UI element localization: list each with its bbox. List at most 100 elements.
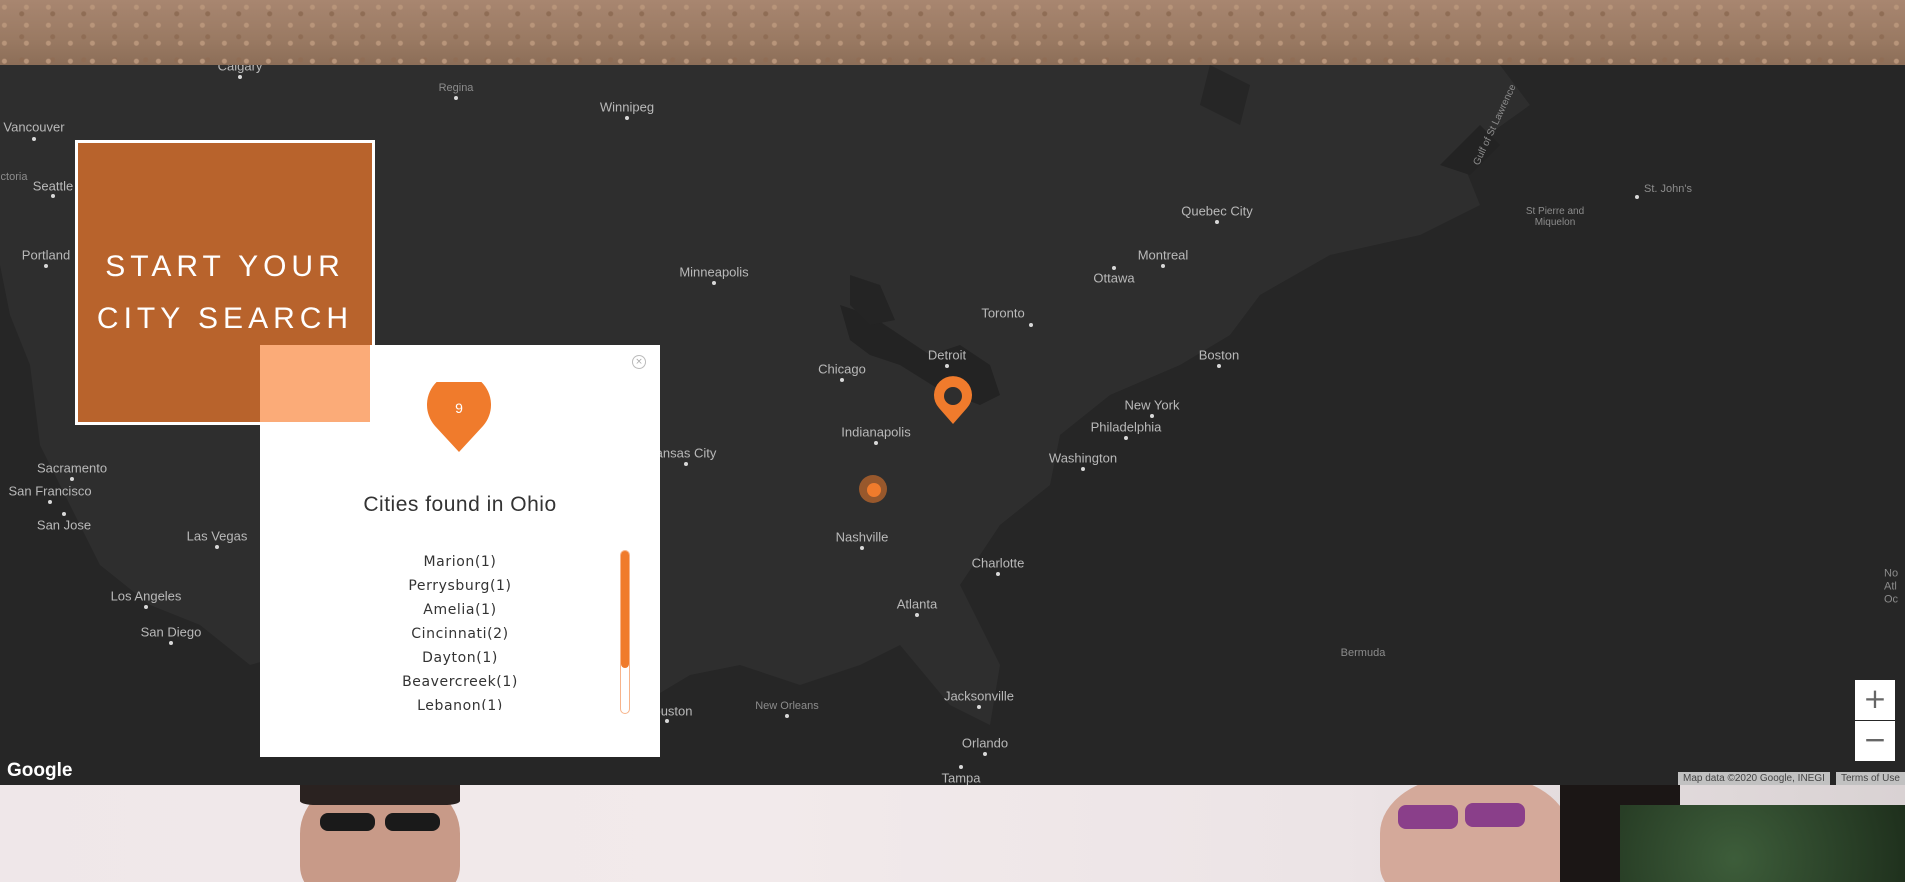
city-dot xyxy=(32,137,36,141)
location-pin-icon[interactable] xyxy=(932,376,974,426)
footer-photo xyxy=(0,785,1905,882)
map-label: St. John's xyxy=(1644,183,1692,195)
map-label: Detroit xyxy=(927,347,967,363)
map-label: Calgary xyxy=(217,65,263,74)
zoom-in-button[interactable]: + xyxy=(1855,680,1895,720)
map-label: ctoria xyxy=(0,171,28,183)
city-item[interactable]: Amelia(1) xyxy=(340,598,580,622)
city-popup: × 9 Cities found in Ohio Marion(1) Perry… xyxy=(260,345,660,757)
map-label: Winnipeg xyxy=(599,99,655,115)
city-dot xyxy=(945,364,949,368)
google-logo: Google xyxy=(7,760,73,781)
marker-count: 9 xyxy=(455,400,463,416)
city-dot xyxy=(959,765,963,769)
map-label: No Atl Oc xyxy=(1884,567,1899,606)
sunglasses-icon xyxy=(1465,803,1525,827)
map-label: Jacksonville xyxy=(943,688,1015,704)
city-dot xyxy=(977,705,981,709)
zoom-out-button[interactable]: − xyxy=(1855,721,1895,761)
map-label: Regina xyxy=(438,82,474,94)
city-dot xyxy=(983,752,987,756)
cta-text: START YOUR CITY SEARCH xyxy=(78,241,372,345)
close-icon[interactable]: × xyxy=(632,355,646,369)
map-cluster-marker-core xyxy=(867,483,881,497)
city-dot xyxy=(454,96,458,100)
city-item[interactable]: Beavercreek(1) xyxy=(340,670,580,694)
sunglasses-icon xyxy=(1398,805,1458,829)
header-photo xyxy=(0,0,1905,65)
city-dot xyxy=(874,441,878,445)
city-dot xyxy=(1215,220,1219,224)
city-list[interactable]: Marion(1) Perrysburg(1) Amelia(1) Cincin… xyxy=(340,550,580,710)
map-label: Washington xyxy=(1048,450,1118,466)
city-dot xyxy=(144,605,148,609)
map-label: Boston xyxy=(1198,347,1240,363)
map-label: Toronto xyxy=(981,305,1025,321)
map-label: Atlanta xyxy=(896,596,938,612)
map-label: Ottawa xyxy=(1093,270,1135,286)
city-item[interactable]: Lebanon(1) xyxy=(340,694,580,710)
city-dot xyxy=(1161,264,1165,268)
city-dot xyxy=(62,512,66,516)
city-dot xyxy=(684,462,688,466)
city-item[interactable]: Marion(1) xyxy=(340,550,580,574)
map-label: Los Angeles xyxy=(110,588,182,604)
sunglasses-icon xyxy=(320,813,375,831)
city-dot xyxy=(215,545,219,549)
map-label: Sacramento xyxy=(36,460,108,476)
city-dot xyxy=(70,477,74,481)
city-dot xyxy=(1081,467,1085,471)
map-label: Tampa xyxy=(941,770,981,786)
map-pin-icon xyxy=(427,372,491,452)
map-label: Chicago xyxy=(818,361,866,377)
map-label: San Diego xyxy=(140,624,202,640)
city-dot xyxy=(1150,414,1154,418)
city-dot xyxy=(665,719,669,723)
map-label: Indianapolis xyxy=(841,424,911,440)
map-label: Vancouver xyxy=(3,119,65,135)
city-dot xyxy=(1217,364,1221,368)
map-label: Portland xyxy=(21,247,71,263)
city-dot xyxy=(51,194,55,198)
city-dot xyxy=(1635,195,1639,199)
city-dot xyxy=(44,264,48,268)
map-label: St Pierre and Miquelon xyxy=(1525,206,1585,228)
cta-line-1: START YOUR xyxy=(105,250,345,283)
city-item[interactable]: Perrysburg(1) xyxy=(340,574,580,598)
map-label: San Jose xyxy=(36,517,92,533)
map-label: Bermuda xyxy=(1340,647,1386,659)
terms-of-use-link[interactable]: Terms of Use xyxy=(1836,772,1905,785)
popup-accent-block xyxy=(260,345,370,422)
map-label: New York xyxy=(1124,397,1180,413)
map-label: Minneapolis xyxy=(679,264,749,280)
map-data-attribution: Map data ©2020 Google, INEGI xyxy=(1678,772,1830,785)
scrollbar-thumb[interactable] xyxy=(621,551,629,668)
map-label: Orlando xyxy=(961,735,1009,751)
city-dot xyxy=(712,281,716,285)
city-dot xyxy=(1112,266,1116,270)
city-dot xyxy=(238,75,242,79)
city-dot xyxy=(860,546,864,550)
city-list-scrollbar[interactable] xyxy=(620,550,630,714)
city-dot xyxy=(785,714,789,718)
map-label: San Francisco xyxy=(8,483,92,499)
city-dot xyxy=(1029,323,1033,327)
city-dot xyxy=(840,378,844,382)
map-label: Quebec City xyxy=(1181,203,1253,219)
city-dot xyxy=(915,613,919,617)
map-label: Las Vegas xyxy=(186,528,248,544)
city-item[interactable]: Dayton(1) xyxy=(340,646,580,670)
city-dot xyxy=(48,500,52,504)
sunglasses-icon xyxy=(385,813,440,831)
city-dot xyxy=(1124,436,1128,440)
map-label: New Orleans xyxy=(755,700,819,712)
city-dot xyxy=(169,641,173,645)
city-dot xyxy=(996,572,1000,576)
map-label: Philadelphia xyxy=(1090,419,1162,435)
map-label: Montreal xyxy=(1137,247,1189,263)
hair xyxy=(300,785,460,805)
map-label: Seattle xyxy=(32,178,74,194)
city-item[interactable]: Cincinnati(2) xyxy=(340,622,580,646)
cta-line-2: CITY SEARCH xyxy=(96,302,354,335)
tree-background xyxy=(1620,805,1905,882)
